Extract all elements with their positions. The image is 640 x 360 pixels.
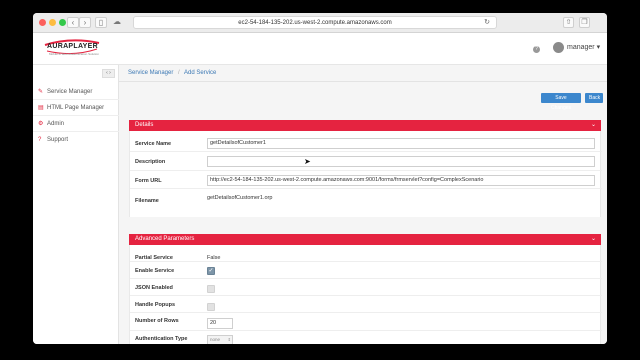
sidebar-toggle-icon[interactable]: ▯ — [95, 17, 107, 28]
sidebar-item-html-page-manager[interactable]: ▤ HTML Page Manager — [33, 100, 119, 116]
number-of-rows-input[interactable]: 20 — [207, 318, 233, 329]
select-arrows-icon: ⇕ — [227, 337, 231, 342]
maximize-window-button[interactable] — [59, 19, 66, 26]
description-input[interactable] — [207, 156, 595, 167]
auth-type-value: none — [210, 337, 221, 342]
sidebar-item-label: Service Manager — [47, 89, 93, 95]
partial-service-label: Partial Service — [135, 255, 173, 261]
sidebar-item-label: Support — [47, 137, 69, 143]
details-panel-header[interactable]: Details ⌄ — [129, 120, 601, 131]
cloud-icon[interactable]: ☁ — [111, 17, 123, 28]
app-header: AURAPLAYER Mobile & Web Modernization So… — [33, 33, 607, 65]
sidebar-item-label: HTML Page Manager — [47, 105, 105, 111]
auth-type-label: Authentication Type — [135, 336, 188, 342]
sidebar-item-label: Admin — [47, 121, 65, 127]
avatar[interactable] — [553, 42, 564, 53]
question-icon: ? — [38, 137, 42, 143]
gear-icon: ⚙ — [38, 121, 44, 127]
collapse-sidebar-button[interactable]: ‹ › — [102, 69, 115, 78]
service-name-input[interactable]: getDetailsofCustomer1 — [207, 138, 595, 149]
user-menu[interactable]: manager ▾ — [567, 43, 600, 51]
breadcrumb: Service Manager / Add Service — [119, 65, 607, 82]
help-icon[interactable]: ? — [533, 46, 540, 53]
close-window-button[interactable] — [39, 19, 46, 26]
chevron-down-icon[interactable]: ⌄ — [591, 234, 596, 245]
sidebar-item-support[interactable]: ? Support — [33, 132, 119, 148]
file-icon: ▤ — [38, 105, 44, 111]
logo-subtitle: Mobile & Web Modernization Solution — [49, 52, 99, 56]
enable-service-label: Enable Service — [135, 268, 175, 274]
main-content: Save Changes Back Details ⌄ Service Name… — [119, 82, 607, 344]
filename-label: Filename — [135, 198, 159, 204]
auth-type-select[interactable]: none ⇕ — [207, 335, 233, 344]
wrench-icon: ✎ — [38, 89, 44, 95]
service-name-row: Service Name getDetailsofCustomer1 — [130, 135, 602, 152]
chevron-down-icon[interactable]: ⌄ — [591, 120, 596, 131]
details-panel: Service Name getDetailsofCustomer1 Descr… — [129, 131, 602, 217]
filename-row: Filename getDetailsofCustomer1.orp — [130, 189, 602, 211]
forward-nav-icon[interactable]: › — [79, 17, 91, 28]
description-row: Description — [130, 152, 602, 171]
sidebar: ‹ › ✎ Service Manager ▤ HTML Page Manage… — [33, 65, 119, 344]
breadcrumb-add-service[interactable]: Add Service — [184, 70, 216, 76]
handle-popups-label: Handle Popups — [135, 302, 176, 308]
reload-icon[interactable]: ↻ — [484, 17, 490, 29]
number-of-rows-label: Number of Rows — [135, 318, 179, 324]
share-icon[interactable]: ⇧ — [563, 17, 574, 28]
sidebar-item-service-manager[interactable]: ✎ Service Manager — [33, 84, 119, 100]
partial-service-value: False — [207, 255, 221, 261]
auth-type-row: Authentication Type none ⇕ — [130, 331, 602, 344]
form-url-input[interactable]: http://ec2-54-184-135-202.us-west-2.comp… — [207, 175, 595, 186]
auraplayer-logo: AURAPLAYER Mobile & Web Modernization So… — [43, 37, 101, 59]
browser-toolbar: ‹ › ▯ ☁ ec2-54-184-135-202.us-west-2.com… — [33, 13, 607, 33]
address-bar[interactable]: ec2-54-184-135-202.us-west-2.compute.ama… — [133, 16, 497, 29]
advanced-panel: Partial Service False Enable Service ✓ J… — [129, 245, 602, 344]
advanced-panel-title: Advanced Parameters — [135, 236, 195, 242]
browser-window: ‹ › ▯ ☁ ec2-54-184-135-202.us-west-2.com… — [33, 13, 607, 344]
partial-service-row: Partial Service False — [130, 249, 602, 262]
json-enabled-checkbox[interactable] — [207, 285, 215, 293]
handle-popups-row: Handle Popups — [130, 296, 602, 313]
save-changes-button[interactable]: Save Changes — [541, 93, 581, 111]
filename-value: getDetailsofCustomer1.orp — [207, 195, 273, 201]
minimize-window-button[interactable] — [49, 19, 56, 26]
handle-popups-checkbox[interactable] — [207, 303, 215, 311]
sidebar-item-admin[interactable]: ⚙ Admin — [33, 116, 119, 132]
advanced-panel-header[interactable]: Advanced Parameters ⌄ — [129, 234, 601, 245]
breadcrumb-separator: / — [178, 70, 180, 76]
logo-text: AURAPLAYER — [47, 43, 98, 50]
form-url-row: Form URL http://ec2-54-184-135-202.us-we… — [130, 171, 602, 189]
details-panel-title: Details — [135, 122, 154, 128]
enable-service-row: Enable Service ✓ — [130, 262, 602, 279]
mouse-cursor-icon: ➤ — [304, 157, 311, 166]
enable-service-checkbox[interactable]: ✓ — [207, 267, 215, 275]
breadcrumb-service-manager[interactable]: Service Manager — [128, 70, 173, 76]
checkmark-icon: ✓ — [208, 268, 214, 274]
tabs-icon[interactable]: ❐ — [579, 17, 590, 28]
number-of-rows-row: Number of Rows 20 — [130, 313, 602, 331]
service-name-label: Service Name — [135, 141, 172, 147]
json-enabled-row: JSON Enabled — [130, 279, 602, 296]
url-text: ec2-54-184-135-202.us-west-2.compute.ama… — [238, 20, 392, 26]
description-label: Description — [135, 159, 166, 165]
back-nav-icon[interactable]: ‹ — [67, 17, 79, 28]
back-button[interactable]: Back — [585, 93, 603, 103]
json-enabled-label: JSON Enabled — [135, 285, 173, 291]
form-url-label: Form URL — [135, 178, 162, 184]
